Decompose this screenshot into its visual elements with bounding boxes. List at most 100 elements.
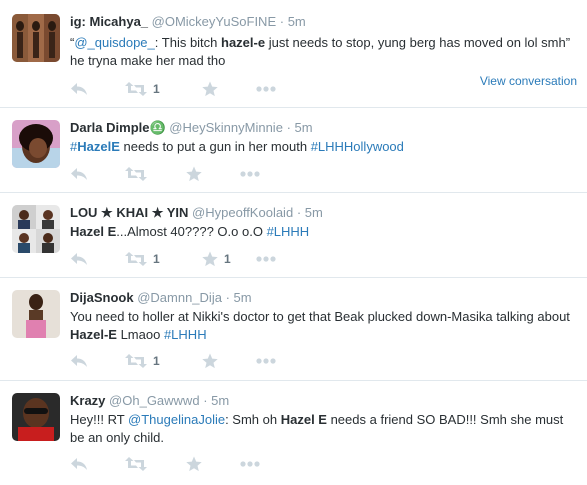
reply-arrow-icon [71,253,87,265]
separator-dot: · [203,393,208,408]
reply-button[interactable] [70,250,88,268]
reply-arrow-icon [71,168,87,180]
tweet[interactable]: ig: Micahya_ @OMickeyYuSoFINE · 5m “@_qu… [0,0,587,108]
avatar[interactable] [12,290,60,338]
retweet-count: 1 [153,252,160,266]
favorite-button[interactable]: 1 [202,250,231,268]
separator-dot: · [225,290,230,305]
retweet-arrows-icon [125,82,147,96]
reply-arrow-icon [71,355,87,367]
search-term-highlight: Hazel E [70,224,117,239]
tweet-text-segment: Hey!!! RT [70,412,129,427]
avatar[interactable] [12,205,60,253]
tweet-text-segment: ...Almost 40???? O.o o.O [116,224,267,239]
tweet-timeline: ig: Micahya_ @OMickeyYuSoFINE · 5m “@_qu… [0,0,587,485]
retweet-count: 1 [153,82,160,96]
author-name[interactable]: DijaSnook [70,290,134,305]
separator-dot: · [279,14,285,29]
favorite-button[interactable] [186,455,208,473]
reply-button[interactable] [70,80,88,98]
retweet-arrows-icon [125,252,147,266]
author-name[interactable]: ig: Micahya_ [70,14,148,29]
tweet-actions: 1 [70,80,370,98]
tweet[interactable]: DijaSnook @Damnn_Dija · 5m You need to h… [0,278,587,381]
tweet-text-segment: Lmaoo [116,327,164,342]
retweet-button[interactable]: 1 [125,250,160,268]
retweet-button[interactable] [125,165,153,183]
tweet-timestamp[interactable]: 5m [211,393,229,408]
tweet-text: Hazel E...Almost 40???? O.o o.O #LHHH [70,223,575,241]
more-button[interactable] [256,250,276,268]
star-icon [202,251,218,267]
star-icon [186,166,202,182]
tweet-link[interactable]: #LHHH [164,327,207,342]
author-name[interactable]: LOU ★ KHAI ★ YIN [70,205,188,220]
avatar[interactable] [12,393,60,441]
retweet-button[interactable] [125,455,153,473]
retweet-arrows-icon [125,457,147,471]
more-dots-icon [256,256,276,262]
tweet[interactable]: Darla Dimple♎ @HeySkinnyMinnie · 5m #Haz… [0,108,587,193]
tweet-timestamp[interactable]: 5m [234,290,252,305]
tweet[interactable]: Krazy @Oh_Gawwwd · 5m Hey!!! RT @Thugeli… [0,381,587,485]
tweet-text: #HazelE needs to put a gun in her mouth … [70,138,575,156]
retweet-count: 1 [153,354,160,368]
more-button[interactable] [256,80,276,98]
author-name[interactable]: Krazy [70,393,105,408]
tweet-actions: 1 [70,352,370,370]
retweet-arrows-icon [125,354,147,368]
more-button[interactable] [240,165,260,183]
more-button[interactable] [256,352,276,370]
avatar[interactable] [12,14,60,62]
reply-button[interactable] [70,165,88,183]
tweet-actions [70,165,370,183]
reply-arrow-icon [71,458,87,470]
author-name[interactable]: Darla Dimple♎ [70,120,166,135]
star-icon [202,353,218,369]
favorite-button[interactable] [202,80,224,98]
more-dots-icon [256,86,276,92]
favorite-button[interactable] [186,165,208,183]
tweet-text-segment: needs to put a gun in her mouth [119,139,311,154]
reply-button[interactable] [70,352,88,370]
avatar[interactable] [12,120,60,168]
star-icon [186,456,202,472]
tweet-link[interactable]: #LHHHollywood [311,139,404,154]
tweet-link[interactable]: @_quisdope_ [74,35,154,50]
tweet-text: You need to holler at Nikki's doctor to … [70,308,575,344]
favorite-count: 1 [224,252,231,266]
search-term-highlight: hazel-e [221,35,266,50]
star-icon [202,81,218,97]
tweet-timestamp[interactable]: 5m [295,120,313,135]
tweet-timestamp[interactable]: 5m [305,205,323,220]
tweet-text-segment: : Smh oh [225,412,281,427]
author-handle[interactable]: @Oh_Gawwwd [109,393,200,408]
more-button[interactable] [240,455,260,473]
reply-arrow-icon [71,83,87,95]
author-handle[interactable]: @HeySkinnyMinnie [169,120,283,135]
tweet-text-segment: : This bitch [154,35,222,50]
author-handle[interactable]: @OMickeyYuSoFINE [152,14,276,29]
separator-dot: · [296,205,302,220]
favorite-button[interactable] [202,352,224,370]
tweet-link[interactable]: #LHHH [267,224,310,239]
author-handle[interactable]: @HypeoffKoolaid [192,205,293,220]
tweet-text-segment: You need to holler at Nikki's doctor to … [70,309,570,324]
more-dots-icon [240,171,260,177]
tweet-link[interactable]: @ThugelinaJolie [128,412,225,427]
tweet-text: “@_quisdope_: This bitch hazel-e just ne… [70,34,575,70]
search-term-highlight: Hazel-E [70,327,117,342]
search-term-highlight: Hazel E [280,412,327,427]
tweet[interactable]: LOU ★ KHAI ★ YIN @HypeoffKoolaid · 5m Ha… [0,193,587,278]
author-handle[interactable]: @Damnn_Dija [137,290,222,305]
retweet-button[interactable]: 1 [125,80,160,98]
tweet-text: Hey!!! RT @ThugelinaJolie: Smh oh Hazel … [70,411,575,447]
more-dots-icon [256,358,276,364]
tweet-timestamp[interactable]: 5m [288,14,306,29]
hashtag-link[interactable]: HazelE [77,139,120,154]
retweet-button[interactable]: 1 [125,352,160,370]
separator-dot: · [286,120,291,135]
view-conversation-link[interactable]: View conversation [480,74,577,88]
reply-button[interactable] [70,455,88,473]
more-dots-icon [240,461,260,467]
